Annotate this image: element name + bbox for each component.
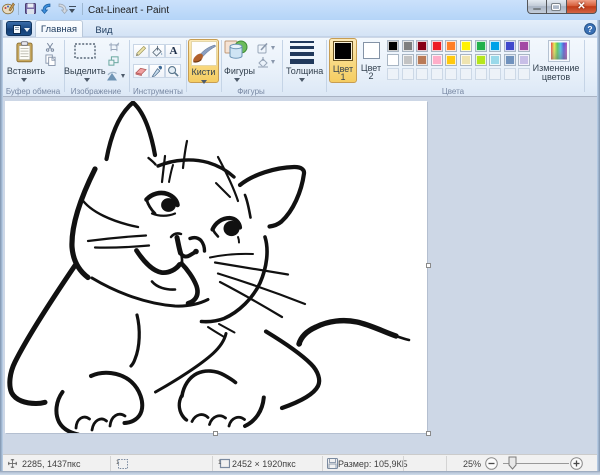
svg-text:1: 1 — [218, 460, 222, 466]
svg-text:1: 1 — [116, 460, 120, 466]
svg-text:?: ? — [587, 24, 592, 34]
